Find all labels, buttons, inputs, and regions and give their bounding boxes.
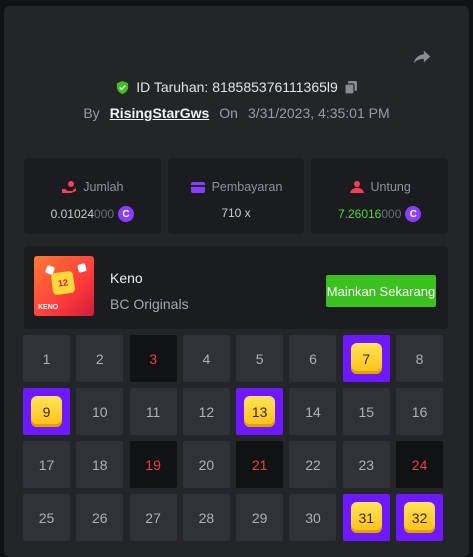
game-card: 12 KENO Keno BC Originals Mainkan Sekara… <box>24 246 448 329</box>
bet-details-modal: ID Taruhan: 818585376111365l9 By RisingS… <box>4 6 469 557</box>
keno-cell-number: 14 <box>305 403 321 420</box>
on-label: On <box>219 105 238 121</box>
by-label: By <box>83 105 100 121</box>
keno-board: 1 2 3 4 5 6 7 8 9 10 11 12 13 14 15 16 17 18 19 20 21 22 23 24 2… <box>23 335 451 541</box>
keno-cell-number: 26 <box>92 509 108 526</box>
hit-gem-icon: 32 <box>404 502 436 533</box>
keno-cell-number: 10 <box>92 403 108 420</box>
stat-amount-value: 0.01024000 <box>50 207 115 221</box>
keno-cell-23: 23 <box>342 441 390 488</box>
keno-cell-7: 7 <box>342 335 390 382</box>
keno-cell-10: 10 <box>76 388 124 435</box>
keno-cell-14: 14 <box>289 388 337 435</box>
keno-cell-8: 8 <box>396 335 444 382</box>
keno-cell-20: 20 <box>182 441 230 488</box>
keno-cell-number: 19 <box>145 456 161 473</box>
stat-payout-value: 710 x <box>221 206 251 220</box>
hit-gem-icon: 13 <box>244 396 276 427</box>
keno-cell-number: 29 <box>251 509 268 526</box>
keno-cell-31: 31 <box>342 494 390 541</box>
keno-cell-26: 26 <box>76 494 124 541</box>
stat-profit-label: Untung <box>370 180 411 194</box>
coin-icon: C <box>405 206 422 222</box>
coin-icon: C <box>118 206 135 222</box>
keno-cell-28: 28 <box>182 494 230 541</box>
keno-cell-11: 11 <box>129 388 177 435</box>
user-profit-icon <box>349 180 365 194</box>
keno-cell-2: 2 <box>76 335 124 382</box>
keno-cell-number: 3 <box>149 350 157 367</box>
keno-cell-24: 24 <box>396 441 444 488</box>
player-username-link[interactable]: RisingStarGws <box>110 105 210 121</box>
keno-cell-number: 6 <box>309 350 317 367</box>
keno-cell-number: 2 <box>95 350 104 367</box>
keno-cell-number: 27 <box>145 509 161 526</box>
thumbnail-ball: 12 <box>50 270 76 296</box>
keno-cell-12: 12 <box>182 388 230 435</box>
hit-gem-icon: 31 <box>350 502 382 533</box>
keno-cell-number: 5 <box>255 350 264 367</box>
verified-shield-icon <box>115 80 130 95</box>
keno-cell-1: 1 <box>23 335 70 382</box>
stat-profit: Untung 7.26016000 C <box>311 158 449 234</box>
keno-cell-19: 19 <box>129 441 177 488</box>
keno-cell-number: 24 <box>411 456 428 473</box>
thumbnail-label: KENO <box>38 304 59 311</box>
keno-cell-number: 21 <box>251 456 268 473</box>
keno-cell-number: 28 <box>198 509 215 526</box>
keno-cell-number: 12 <box>198 403 215 420</box>
keno-cell-number: 16 <box>411 403 428 420</box>
stat-profit-value: 7.26016000 <box>337 207 402 221</box>
stat-payout-label: Pembayaran <box>211 180 283 194</box>
keno-thumbnail[interactable]: 12 KENO <box>34 256 94 316</box>
share-icon[interactable] <box>411 46 433 68</box>
keno-cell-number: 20 <box>198 456 215 473</box>
keno-cell-number: 11 <box>145 403 161 420</box>
wallet-icon <box>190 180 206 194</box>
keno-cell-number: 15 <box>358 403 375 420</box>
keno-cell-30: 30 <box>289 494 337 541</box>
bet-id-text: ID Taruhan: 818585376111365l9 <box>136 79 338 95</box>
keno-cell-3: 3 <box>129 335 177 382</box>
keno-cell-4: 4 <box>182 335 230 382</box>
keno-cell-number: 22 <box>305 456 321 473</box>
keno-cell-6: 6 <box>289 335 337 382</box>
bet-datetime: 3/31/2023, 4:35:01 PM <box>247 105 390 121</box>
bet-stats: Jumlah 0.01024000 C Pembayaran 710 x Unt… <box>24 158 449 234</box>
keno-cell-29: 29 <box>236 494 284 541</box>
keno-cell-number: 30 <box>305 509 321 526</box>
bet-byline: By RisingStarGws On 3/31/2023, 4:35:01 P… <box>4 105 469 121</box>
keno-cell-18: 18 <box>76 441 124 488</box>
keno-cell-21: 21 <box>236 441 284 488</box>
stat-amount: Jumlah 0.01024000 C <box>24 158 161 234</box>
hand-coin-icon <box>61 180 77 194</box>
game-provider: BC Originals <box>110 296 189 312</box>
stat-payout: Pembayaran 710 x <box>167 158 305 234</box>
keno-cell-13: 13 <box>236 388 284 435</box>
keno-cell-number: 8 <box>415 350 424 367</box>
keno-cell-number: 18 <box>92 456 108 473</box>
keno-cell-9: 9 <box>23 388 70 435</box>
keno-cell-22: 22 <box>289 441 337 488</box>
keno-cell-number: 1 <box>42 350 51 367</box>
keno-cell-number: 23 <box>358 456 375 473</box>
keno-cell-5: 5 <box>236 335 284 382</box>
keno-cell-15: 15 <box>342 388 390 435</box>
hit-gem-icon: 7 <box>350 343 382 374</box>
keno-cell-number: 25 <box>38 509 55 526</box>
keno-cell-27: 27 <box>129 494 177 541</box>
hit-gem-icon: 9 <box>31 396 62 427</box>
game-name: Keno <box>110 270 143 286</box>
thumbnail-chip <box>77 263 87 273</box>
copy-icon[interactable] <box>344 80 358 94</box>
keno-cell-25: 25 <box>23 494 70 541</box>
keno-cell-number: 4 <box>202 350 211 367</box>
play-now-button[interactable]: Mainkan Sekarang <box>326 275 436 307</box>
keno-cell-32: 32 <box>396 494 444 541</box>
keno-cell-16: 16 <box>396 388 444 435</box>
stat-amount-label: Jumlah <box>83 180 124 194</box>
bet-id-row: ID Taruhan: 818585376111365l9 <box>4 79 469 95</box>
keno-cell-number: 17 <box>38 456 55 473</box>
keno-cell-17: 17 <box>23 441 70 488</box>
